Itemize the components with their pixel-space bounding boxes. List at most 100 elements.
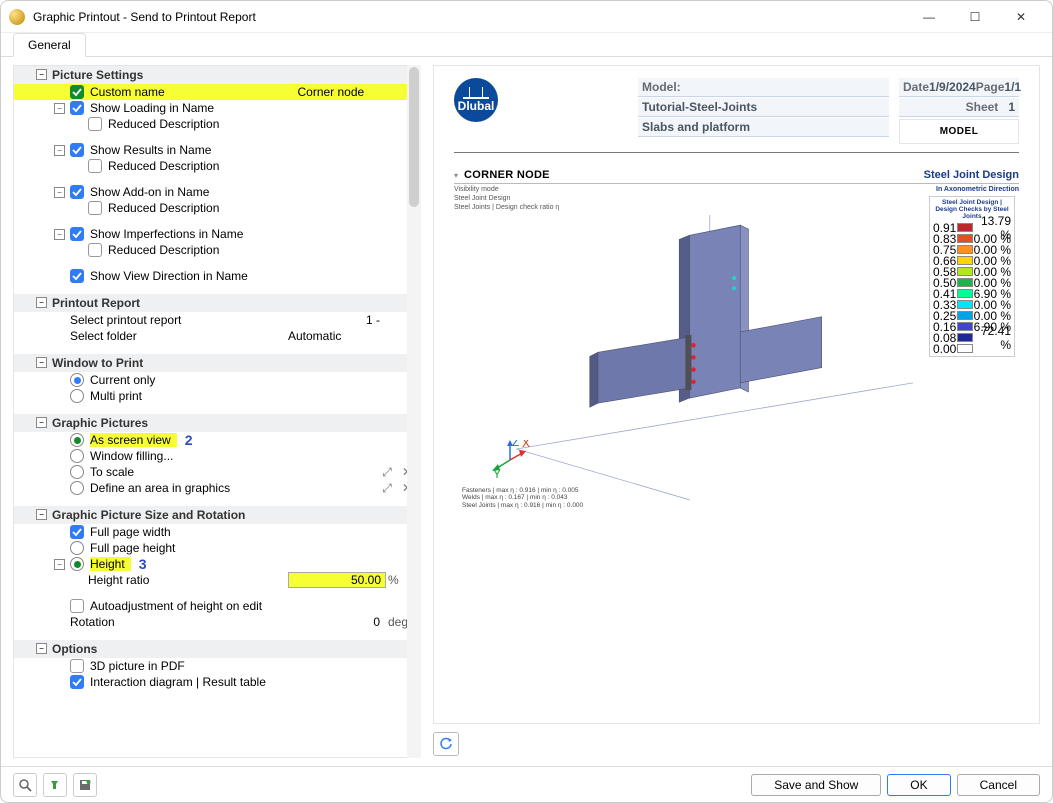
collapse-icon[interactable]: − [54,559,65,570]
value[interactable]: 1 - [288,313,386,327]
model-label: MODEL [899,119,1019,144]
checkbox-full-page-width[interactable] [70,525,84,539]
radio-multi-print[interactable] [70,389,84,403]
refresh-button[interactable] [433,732,459,756]
checkbox-show-view-direction[interactable] [70,269,84,283]
checkbox-show-results[interactable] [70,143,84,157]
label: To scale [90,465,380,479]
save-default-button[interactable] [73,773,97,797]
row-height-ratio[interactable]: Height ratio 50.00 % [14,572,420,588]
radio-as-screen-view[interactable] [70,433,84,447]
row-show-results[interactable]: − Show Results in Name [14,142,420,158]
value[interactable]: Automatic [288,329,386,343]
window-close-button[interactable]: ✕ [998,1,1044,33]
label: Custom name [90,85,272,99]
app-icon [9,9,25,25]
row-select-report[interactable]: Select printout report 1 - [14,312,420,328]
label: Show Imperfections in Name [90,227,414,241]
row-select-folder[interactable]: Select folder Automatic [14,328,420,344]
row-show-results-reduced[interactable]: Reduced Description [14,158,420,174]
save-icon [78,778,92,792]
axis-gizmo-icon: Z Y X [490,440,530,480]
row-show-imperfections-reduced[interactable]: Reduced Description [14,242,420,258]
expand-icon[interactable]: ⤢ [380,481,394,495]
checkbox-interaction-diagram[interactable] [70,675,84,689]
collapse-icon[interactable]: − [36,297,47,308]
radio-window-filling[interactable] [70,449,84,463]
row-interaction-diagram[interactable]: Interaction diagram | Result table [14,674,420,690]
row-3d-pdf[interactable]: 3D picture in PDF [14,658,420,674]
row-show-view-direction[interactable]: Show View Direction in Name [14,268,420,284]
collapse-icon[interactable]: − [54,229,65,240]
row-height[interactable]: − Height 3 [14,556,420,572]
rotation-value[interactable]: 0 [288,615,386,629]
expand-icon[interactable]: ⤢ [380,465,394,479]
row-as-screen-view[interactable]: As screen view 2 [14,432,420,448]
window-minimize-button[interactable]: — [906,1,952,33]
row-custom-name[interactable]: Custom name Corner node 1 [14,84,420,100]
cancel-button[interactable]: Cancel [957,774,1040,796]
help-button[interactable] [13,773,37,797]
color-legend: Steel Joint Design | Design Checks by St… [929,196,1015,357]
scrollbar-thumb[interactable] [409,67,419,207]
checkbox-reduced-desc[interactable] [88,159,102,173]
row-show-addon-reduced[interactable]: Reduced Description [14,200,420,216]
group-size-rotation: −Graphic Picture Size and Rotation [14,506,420,524]
row-full-page-width[interactable]: Full page width [14,524,420,540]
checkbox-reduced-desc[interactable] [88,243,102,257]
row-autoadjustment[interactable]: Autoadjustment of height on edit [14,598,420,614]
checkbox-show-addon[interactable] [70,185,84,199]
checkbox-reduced-desc[interactable] [88,201,102,215]
checkbox-custom-name[interactable] [70,85,84,99]
row-full-page-height[interactable]: Full page height [14,540,420,556]
window-titlebar: Graphic Printout - Send to Printout Repo… [1,1,1052,33]
scrollbar[interactable] [407,65,421,758]
collapse-icon[interactable]: − [54,145,65,156]
row-show-loading-reduced[interactable]: Reduced Description [14,116,420,132]
preview-sub: Visibility mode [454,186,559,193]
window-maximize-button[interactable]: ☐ [952,1,998,33]
collapse-icon[interactable]: − [54,103,65,114]
label: Reduced Description [108,159,414,173]
label: Reduced Description [108,201,414,215]
height-ratio-input[interactable]: 50.00 [288,572,386,588]
row-rotation[interactable]: Rotation 0 deg [14,614,420,630]
label: Full page width [90,525,414,539]
collapse-icon[interactable]: − [36,417,47,428]
radio-current-only[interactable] [70,373,84,387]
load-default-button[interactable] [43,773,67,797]
group-label: Graphic Picture Size and Rotation [52,508,245,522]
checkbox-show-imperfections[interactable] [70,227,84,241]
row-current-only[interactable]: Current only [14,372,420,388]
row-define-area[interactable]: Define an area in graphics ⤢✕ [14,480,420,496]
label: Current only [90,373,414,387]
tab-general[interactable]: General [13,33,86,57]
label: Show Loading in Name [90,101,414,115]
ok-button[interactable]: OK [887,774,950,796]
collapse-icon[interactable]: − [36,509,47,520]
radio-to-scale[interactable] [70,465,84,479]
minimize-icon: — [923,10,935,24]
radio-height[interactable] [70,557,84,571]
settings-tree[interactable]: −Picture Settings Custom name Corner nod… [13,65,421,758]
collapse-icon[interactable]: − [54,187,65,198]
checkbox-autoadjustment[interactable] [70,599,84,613]
save-and-show-button[interactable]: Save and Show [751,774,881,796]
row-show-addon[interactable]: − Show Add-on in Name [14,184,420,200]
custom-name-value[interactable]: Corner node [272,85,370,99]
checkbox-show-loading[interactable] [70,101,84,115]
row-show-imperfections[interactable]: − Show Imperfections in Name [14,226,420,242]
preview-sub: Steel Joints | Design check ratio η [454,204,559,211]
collapse-icon[interactable]: − [36,357,47,368]
row-multi-print[interactable]: Multi print [14,388,420,404]
radio-define-area[interactable] [70,481,84,495]
collapse-icon[interactable]: − [36,69,47,80]
row-to-scale[interactable]: To scale ⤢✕ [14,464,420,480]
row-show-loading[interactable]: − Show Loading in Name [14,100,420,116]
collapse-icon[interactable]: − [36,643,47,654]
checkbox-reduced-desc[interactable] [88,117,102,131]
checkbox-3d-pdf[interactable] [70,659,84,673]
preview-footer-line: Steel Joints | max η : 0.916 | min η : 0… [462,502,583,510]
row-window-filling[interactable]: Window filling... [14,448,420,464]
radio-full-page-height[interactable] [70,541,84,555]
